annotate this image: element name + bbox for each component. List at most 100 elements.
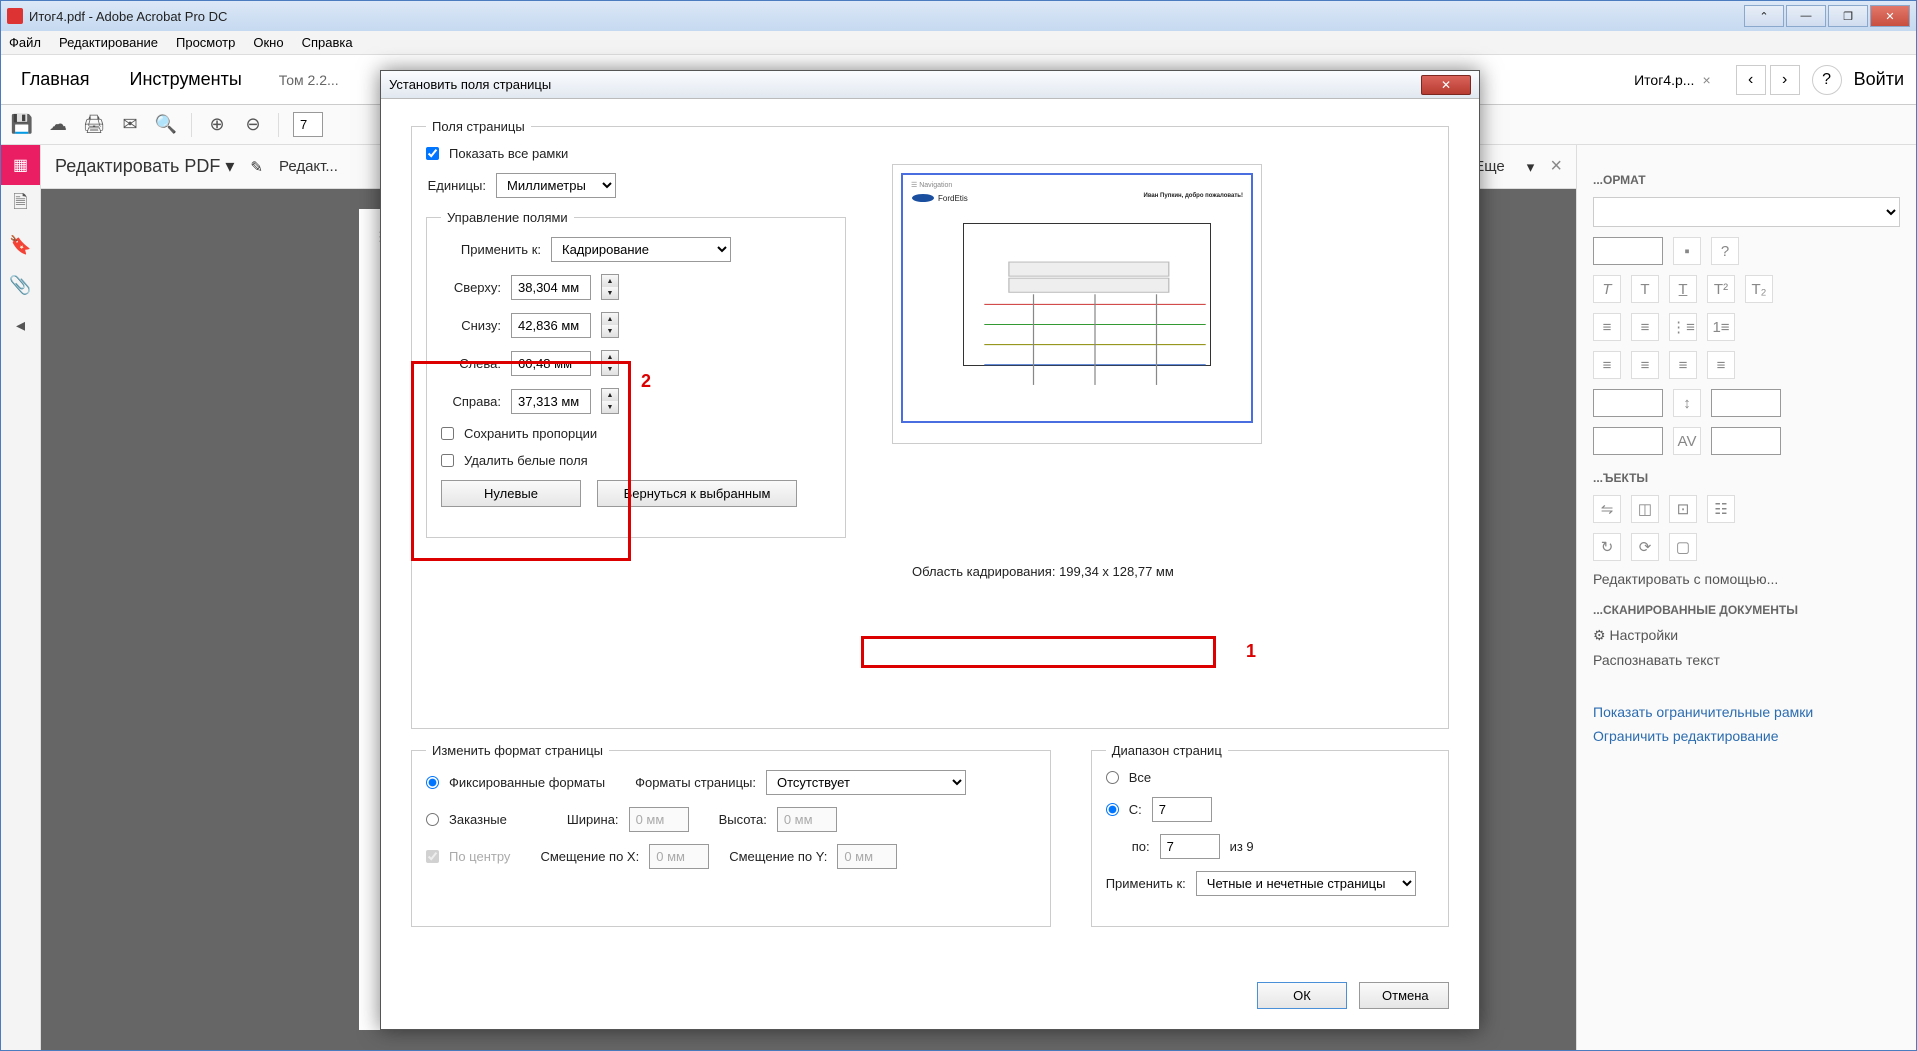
- from-page-radio[interactable]: [1106, 803, 1119, 816]
- menu-edit[interactable]: Редактирование: [59, 35, 158, 50]
- collapse-icon[interactable]: ◂: [1, 305, 40, 345]
- tab-prev-button[interactable]: ‹: [1736, 65, 1766, 95]
- offset-y-input: [837, 844, 897, 869]
- save-icon[interactable]: 💾: [11, 114, 33, 136]
- page-format-select[interactable]: Отсутствует: [766, 770, 966, 795]
- cancel-button[interactable]: Отмена: [1359, 982, 1449, 1009]
- align-icon-3[interactable]: ≡: [1669, 351, 1697, 379]
- show-frames-label: Показать все рамки: [449, 146, 568, 161]
- page-preview: ☰ Navigation FordEtis Иван Пупкин, добро…: [892, 164, 1262, 444]
- menu-window[interactable]: Окно: [253, 35, 283, 50]
- minimize-button[interactable]: —: [1786, 5, 1826, 27]
- recognize-text: Распознавать текст: [1593, 652, 1900, 668]
- dialog-close-button[interactable]: ✕: [1421, 75, 1471, 95]
- to-input[interactable]: [1160, 834, 1220, 859]
- apply-to-2-select[interactable]: Четные и нечетные страницы: [1196, 871, 1416, 896]
- rotate-icon[interactable]: ↻: [1593, 533, 1621, 561]
- center-label: По центру: [449, 849, 510, 864]
- spacing-input-2[interactable]: [1711, 389, 1781, 417]
- menu-view[interactable]: Просмотр: [176, 35, 235, 50]
- bottom-spinner[interactable]: ▲▼: [601, 312, 619, 338]
- width-label: Ширина:: [567, 812, 619, 827]
- superscript-icon[interactable]: T²: [1707, 275, 1735, 303]
- height-label: Высота:: [719, 812, 767, 827]
- crop-obj-icon[interactable]: ⊡: [1669, 495, 1697, 523]
- align-icon-4[interactable]: ≡: [1707, 351, 1735, 379]
- info-icon[interactable]: ?: [1711, 237, 1739, 265]
- doc-tab[interactable]: Том 2.2...: [262, 62, 356, 98]
- edit-pdf-title[interactable]: Редактировать PDF ▾: [55, 156, 234, 177]
- subscript-icon[interactable]: T₂: [1745, 275, 1773, 303]
- font-dropdown[interactable]: [1593, 197, 1900, 227]
- tracking-input[interactable]: [1711, 427, 1781, 455]
- doc-tab-active[interactable]: Итог4.p... ×: [1617, 62, 1728, 98]
- show-frames-checkbox[interactable]: [426, 147, 439, 160]
- apply-to-select[interactable]: Кадрирование: [551, 237, 731, 262]
- close-button[interactable]: ✕: [1870, 5, 1910, 27]
- manage-legend: Управление полями: [441, 210, 574, 225]
- underline-icon[interactable]: T̲: [1669, 275, 1697, 303]
- edit-tool-icon[interactable]: ✎: [250, 158, 263, 176]
- edit-pdf-tool-icon[interactable]: ▦: [1, 145, 40, 185]
- restore-button[interactable]: ❐: [1828, 5, 1868, 27]
- stack-icon[interactable]: ▢: [1669, 533, 1697, 561]
- kerning-input[interactable]: [1593, 427, 1663, 455]
- tab-tools[interactable]: Инструменты: [110, 55, 262, 104]
- page-up-icon[interactable]: ⊕: [206, 114, 228, 136]
- color-picker[interactable]: ▪: [1673, 237, 1701, 265]
- menu-help[interactable]: Справка: [302, 35, 353, 50]
- units-select[interactable]: Миллиметры: [496, 173, 616, 198]
- tab-close-icon[interactable]: ×: [1702, 72, 1710, 88]
- to-label: по:: [1132, 839, 1150, 854]
- mail-icon[interactable]: ✉: [119, 114, 141, 136]
- line-spacing-icon[interactable]: ↕: [1673, 389, 1701, 417]
- italic-icon[interactable]: T: [1631, 275, 1659, 303]
- search-icon[interactable]: 🔍: [155, 114, 177, 136]
- fixed-format-radio[interactable]: [426, 776, 439, 789]
- settings-link[interactable]: ⚙ Настройки: [1593, 627, 1900, 644]
- replace-icon[interactable]: ⟳: [1631, 533, 1659, 561]
- ok-button[interactable]: ОК: [1257, 982, 1347, 1009]
- of-label: из 9: [1230, 839, 1254, 854]
- from-input[interactable]: [1152, 797, 1212, 822]
- login-button[interactable]: Войти: [1854, 69, 1904, 90]
- font-size-input[interactable]: [1593, 237, 1663, 265]
- tab-home[interactable]: Главная: [1, 55, 110, 104]
- align-center-icon[interactable]: ≡: [1631, 313, 1659, 341]
- bookmark-icon[interactable]: 🔖: [1, 225, 40, 265]
- pages-icon[interactable]: 🗎: [1, 185, 40, 225]
- page-down-icon[interactable]: ⊖: [242, 114, 264, 136]
- edit-with-link[interactable]: Редактировать с помощью...: [1593, 571, 1900, 587]
- page-number-input[interactable]: [293, 112, 323, 137]
- print-icon[interactable]: 🖨: [83, 114, 105, 136]
- titlebar: Итог4.pdf - Adobe Acrobat Pro DC ⌃ — ❐ ✕: [1, 1, 1916, 31]
- change-format-legend: Изменить формат страницы: [426, 743, 609, 758]
- flip-v-icon[interactable]: ◫: [1631, 495, 1659, 523]
- menu-file[interactable]: Файл: [9, 35, 41, 50]
- top-spinner[interactable]: ▲▼: [601, 274, 619, 300]
- help-down-button[interactable]: ⌃: [1744, 5, 1784, 27]
- bottom-input[interactable]: [511, 313, 591, 338]
- panel-close-icon[interactable]: ×: [1550, 155, 1562, 178]
- bullet-list-icon[interactable]: ⋮≡: [1669, 313, 1697, 341]
- top-input[interactable]: [511, 275, 591, 300]
- flip-h-icon[interactable]: ⇋: [1593, 495, 1621, 523]
- edit-tool-label[interactable]: Редакт...: [279, 158, 338, 175]
- restrict-edit-link[interactable]: Ограничить редактирование: [1593, 728, 1900, 744]
- attachment-icon[interactable]: 📎: [1, 265, 40, 305]
- number-list-icon[interactable]: 1≡: [1707, 313, 1735, 341]
- bold-icon[interactable]: T: [1593, 275, 1621, 303]
- char-spacing-icon[interactable]: AV: [1673, 427, 1701, 455]
- align-icon-2[interactable]: ≡: [1631, 351, 1659, 379]
- all-pages-radio[interactable]: [1106, 771, 1119, 784]
- align-left-icon[interactable]: ≡: [1593, 313, 1621, 341]
- crop-rectangle: [963, 223, 1211, 366]
- custom-format-radio[interactable]: [426, 813, 439, 826]
- align-icon[interactable]: ≡: [1593, 351, 1621, 379]
- cloud-icon[interactable]: ☁: [47, 114, 69, 136]
- show-bounds-link[interactable]: Показать ограничительные рамки: [1593, 704, 1900, 720]
- tab-next-button[interactable]: ›: [1770, 65, 1800, 95]
- spacing-input-1[interactable]: [1593, 389, 1663, 417]
- help-button[interactable]: ?: [1812, 65, 1842, 95]
- arrange-icon[interactable]: ☷: [1707, 495, 1735, 523]
